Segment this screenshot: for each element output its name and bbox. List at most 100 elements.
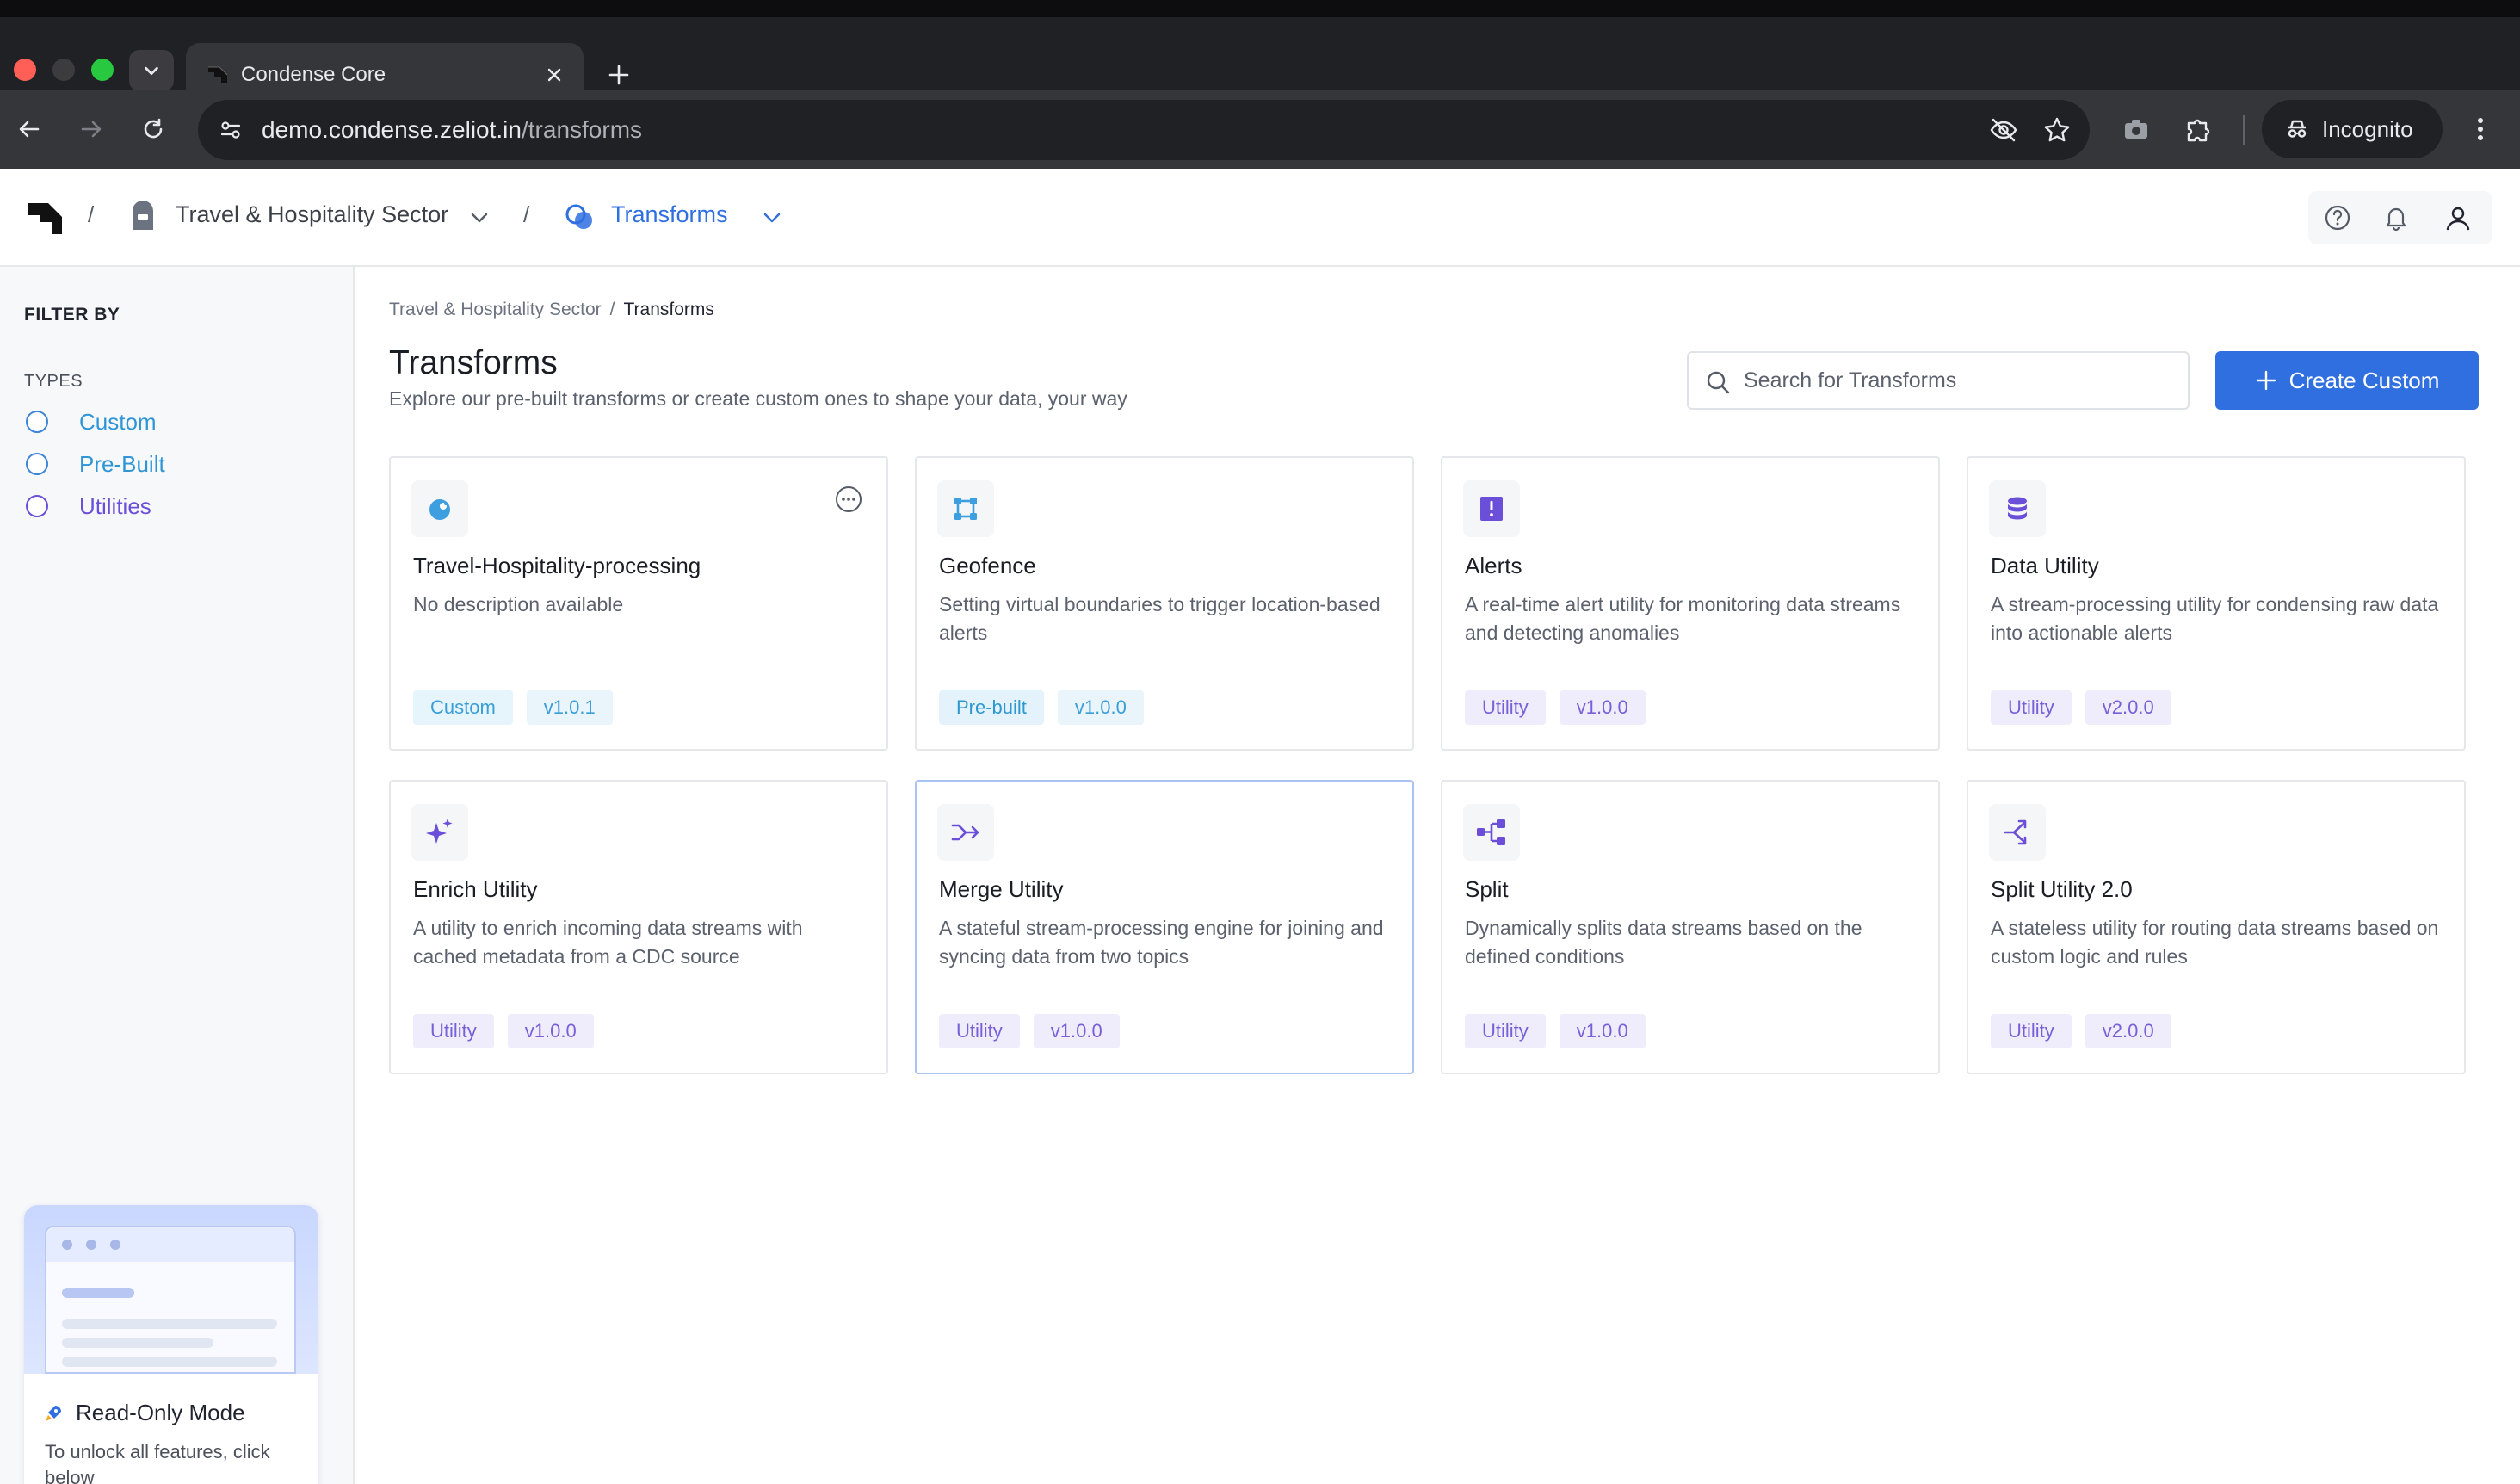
bookmark-star-icon[interactable] xyxy=(2038,111,2076,149)
split-icon xyxy=(1477,819,1505,845)
types-title: TYPES xyxy=(24,372,83,391)
radio-button[interactable] xyxy=(26,453,48,475)
back-button[interactable] xyxy=(7,107,52,151)
page-title: Transforms xyxy=(389,344,558,381)
maximize-window-button[interactable] xyxy=(91,59,114,81)
version-badge: v1.0.0 xyxy=(1033,1014,1120,1048)
filter-option-prebuilt[interactable]: Pre-Built xyxy=(26,448,165,479)
split-arrows-icon xyxy=(2004,819,2027,845)
browser-menu-button[interactable] xyxy=(2460,107,2501,151)
read-only-illustration xyxy=(24,1205,318,1374)
help-button[interactable] xyxy=(2322,202,2353,233)
create-custom-label: Create Custom xyxy=(2288,367,2440,393)
search-icon xyxy=(1707,371,1730,394)
version-badge: v2.0.0 xyxy=(2085,1014,2171,1048)
card-title: Data Utility xyxy=(1991,553,2099,578)
chevron-down-icon xyxy=(145,66,158,76)
read-only-title: Read-Only Mode xyxy=(76,1400,245,1425)
card-title: Enrich Utility xyxy=(413,876,538,902)
card-description: A real-time alert utility for monitoring… xyxy=(1465,593,1901,644)
chevron-down-icon[interactable] xyxy=(759,205,785,231)
address-bar[interactable]: demo.condense.zeliot.in/transforms xyxy=(198,100,2090,160)
tab-search-button[interactable] xyxy=(129,50,174,91)
transforms-grid: Travel-Hospitality-processing No descrip… xyxy=(389,456,2466,1076)
eye-off-icon[interactable] xyxy=(1985,111,2023,149)
header-actions xyxy=(2308,191,2492,244)
page-subtitle: Explore our pre-built transforms or crea… xyxy=(389,387,1127,410)
app-header: / Travel & Hospitality Sector / Transfor… xyxy=(0,169,2520,267)
transform-card[interactable]: Split Utility 2.0 A stateless utility fo… xyxy=(1967,780,2466,1074)
card-icon xyxy=(411,804,468,861)
version-badge: v1.0.0 xyxy=(507,1014,594,1048)
minimize-window-button[interactable] xyxy=(52,59,75,81)
puzzle-icon xyxy=(2187,119,2210,142)
sparkle-icon xyxy=(426,819,453,844)
card-description: A stateful stream-processing engine for … xyxy=(939,917,1384,968)
card-icon xyxy=(1463,804,1520,861)
more-horizontal-icon xyxy=(836,486,862,512)
site-settings-icon[interactable] xyxy=(213,113,248,147)
url-text[interactable]: demo.condense.zeliot.in/transforms xyxy=(262,100,642,160)
extensions-button[interactable] xyxy=(2176,107,2220,151)
transform-card[interactable]: Data Utility A stream-processing utility… xyxy=(1967,456,2466,751)
alert-icon xyxy=(1480,497,1503,521)
incognito-icon xyxy=(2288,120,2307,138)
card-description: A stateless utility for routing data str… xyxy=(1991,917,2439,968)
type-badge: Custom xyxy=(413,690,513,725)
transform-card[interactable]: Enrich Utility A utility to enrich incom… xyxy=(389,780,888,1074)
search-input[interactable] xyxy=(1744,355,2174,406)
transform-card[interactable]: Geofence Setting virtual boundaries to t… xyxy=(915,456,1414,751)
bell-icon xyxy=(2386,207,2406,232)
type-badge: Utility xyxy=(1465,690,1546,725)
transform-card[interactable]: Alerts A real-time alert utility for mon… xyxy=(1441,456,1940,751)
merge-icon xyxy=(951,824,979,841)
chevron-down-icon[interactable] xyxy=(466,205,492,231)
more-vertical-icon xyxy=(2478,118,2483,140)
card-title: Split Utility 2.0 xyxy=(1991,876,2133,902)
rocket-icon xyxy=(46,1405,61,1421)
notifications-button[interactable] xyxy=(2381,202,2412,233)
filter-option-utilities[interactable]: Utilities xyxy=(26,491,151,522)
card-icon xyxy=(937,480,994,537)
breadcrumb-parent[interactable]: Travel & Hospitality Sector xyxy=(389,300,602,320)
card-icon xyxy=(1989,804,2046,861)
org-selector[interactable]: Travel & Hospitality Sector xyxy=(176,201,448,228)
url-path: /transforms xyxy=(521,116,643,143)
transform-card[interactable]: Merge Utility A stateful stream-processi… xyxy=(915,780,1414,1074)
arrow-left-icon xyxy=(19,121,40,138)
search-box[interactable] xyxy=(1687,351,2190,410)
create-custom-button[interactable]: Create Custom xyxy=(2215,351,2479,410)
close-window-button[interactable] xyxy=(14,59,36,81)
forward-button[interactable] xyxy=(69,107,114,151)
breadcrumb-separator: / xyxy=(609,300,615,319)
version-badge: v1.0.0 xyxy=(1057,690,1144,725)
radio-button[interactable] xyxy=(26,411,48,433)
filter-title: FILTER BY xyxy=(24,305,120,325)
breadcrumb-current: Transforms xyxy=(623,300,714,319)
arrow-right-icon xyxy=(81,121,102,138)
window-top-strip xyxy=(0,0,2520,17)
condense-logo-icon[interactable] xyxy=(26,200,64,238)
help-icon xyxy=(2325,205,2350,231)
card-options-button[interactable] xyxy=(833,484,864,515)
filter-option-custom[interactable]: Custom xyxy=(26,406,157,437)
type-badge: Utility xyxy=(1465,1014,1546,1048)
type-badge: Utility xyxy=(1991,1014,2072,1048)
building-icon xyxy=(133,201,153,230)
card-description: No description available xyxy=(413,593,624,615)
close-tab-button[interactable] xyxy=(539,59,570,90)
read-only-card[interactable]: Read-Only Mode To unlock all features, c… xyxy=(24,1205,318,1484)
radio-button[interactable] xyxy=(26,495,48,517)
card-title: Split xyxy=(1465,876,1509,902)
card-title: Merge Utility xyxy=(939,876,1064,902)
transform-card[interactable]: Travel-Hospitality-processing No descrip… xyxy=(389,456,888,751)
version-badge: v2.0.0 xyxy=(2085,690,2171,725)
incognito-badge[interactable]: Incognito xyxy=(2262,100,2443,158)
section-selector[interactable]: Transforms xyxy=(611,201,728,228)
transform-card[interactable]: Split Dynamically splits data streams ba… xyxy=(1441,780,1940,1074)
condense-favicon-icon xyxy=(208,66,228,83)
reload-button[interactable] xyxy=(131,107,176,151)
plus-icon xyxy=(608,65,629,85)
profile-button[interactable] xyxy=(2443,202,2474,233)
screenshot-button[interactable] xyxy=(2114,107,2159,151)
